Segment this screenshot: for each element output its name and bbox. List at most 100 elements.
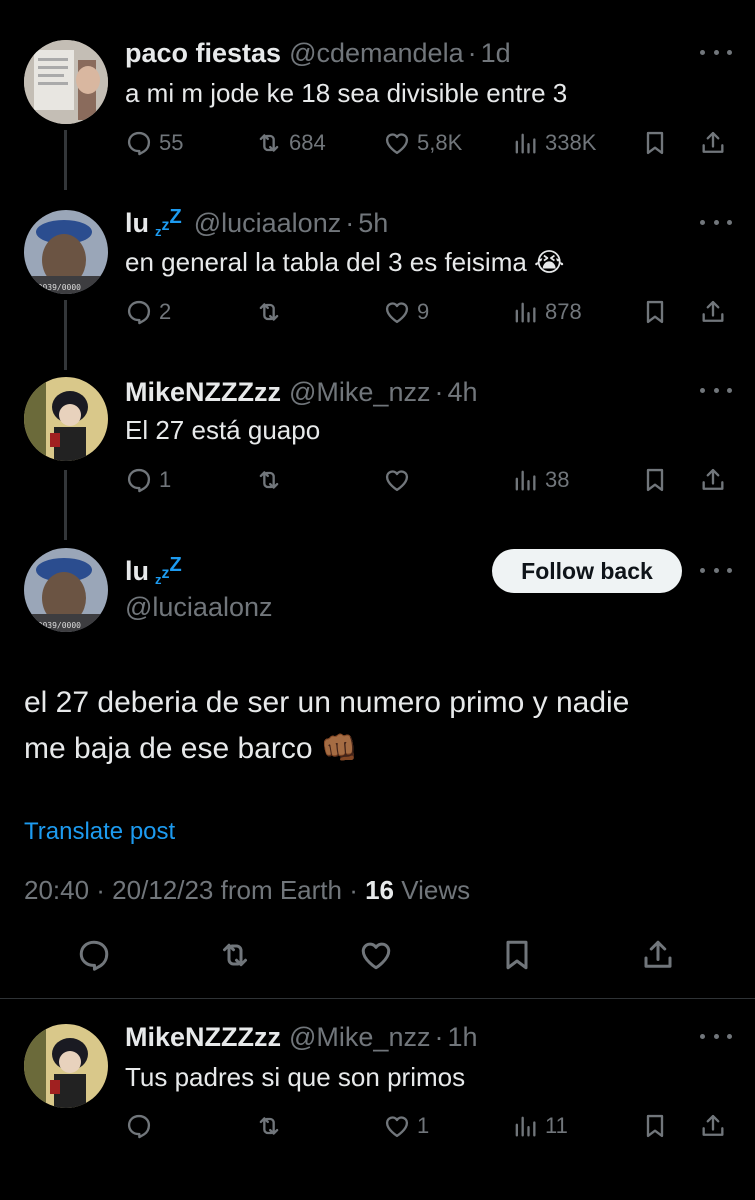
views-count: 16 <box>365 875 394 905</box>
bookmark-button[interactable] <box>641 460 669 500</box>
repost-button[interactable] <box>255 292 289 332</box>
handle[interactable]: @luciaalonz <box>125 592 273 623</box>
reply-count: 2 <box>159 299 172 324</box>
share-icon <box>699 466 727 494</box>
views-button[interactable]: 38 <box>511 460 569 500</box>
avatar-photo <box>24 377 108 461</box>
avatar-photo <box>24 40 108 124</box>
reply-icon <box>125 1112 153 1140</box>
translate-link[interactable]: Translate post <box>24 818 175 846</box>
share-icon <box>640 937 676 973</box>
handle[interactable]: @Mike_nzz <box>289 377 430 408</box>
views-button[interactable]: 878 <box>511 292 582 332</box>
bookmark-button[interactable] <box>641 123 669 163</box>
tweet-header: paco fiestas @cdemandela · 1d <box>125 38 511 69</box>
avatar[interactable] <box>24 377 108 461</box>
avatar-watermark: 000039/0000 <box>28 283 81 292</box>
avatar[interactable] <box>24 40 108 124</box>
more-icon[interactable] <box>700 560 732 580</box>
bookmark-button[interactable] <box>641 1106 669 1146</box>
share-icon <box>699 298 727 326</box>
like-button[interactable]: 1 <box>383 1106 429 1146</box>
like-button[interactable]: 9 <box>383 292 429 332</box>
tweet-lu[interactable]: 000039/0000 lu zzZ @luciaalonz · 5h en g… <box>0 180 755 370</box>
divider <box>0 998 755 999</box>
tweet-header: MikeNZZZzz @Mike_nzz · 4h <box>125 377 478 408</box>
bookmark-icon <box>641 298 669 326</box>
reply-button[interactable]: 55 <box>125 123 183 163</box>
share-icon <box>699 1112 727 1140</box>
timestamp[interactable]: 5h <box>358 208 388 239</box>
more-icon[interactable] <box>700 212 732 232</box>
views-count: 38 <box>545 467 570 492</box>
like-icon <box>383 466 411 494</box>
repost-count: 684 <box>289 130 326 155</box>
repost-button[interactable]: 684 <box>255 123 326 163</box>
repost-icon <box>217 937 253 973</box>
like-button[interactable]: 5,8K <box>383 123 462 163</box>
views-count: 338K <box>545 130 597 155</box>
like-button[interactable] <box>358 935 394 975</box>
share-button[interactable] <box>640 935 676 975</box>
reply-button[interactable]: 2 <box>125 292 171 332</box>
like-button[interactable] <box>383 460 417 500</box>
reply-tweet[interactable]: MikeNZZZzz @Mike_nzz · 1h Tus padres si … <box>0 1000 755 1200</box>
reply-button[interactable] <box>125 1106 159 1146</box>
more-icon[interactable] <box>700 42 732 62</box>
avatar-photo: 000039/0000 <box>24 548 108 632</box>
share-button[interactable] <box>699 292 727 332</box>
like-icon <box>383 129 411 157</box>
views-button[interactable]: 338K <box>511 123 596 163</box>
action-bar: 55 684 5,8K 338K <box>125 123 735 163</box>
action-bar: 2 9 878 <box>125 292 735 332</box>
display-name[interactable]: MikeNZZZzz <box>125 1022 281 1053</box>
timestamp[interactable]: 4h <box>447 377 477 408</box>
tweet-header: lu zzZ @luciaalonz · 5h <box>125 206 388 239</box>
repost-button[interactable] <box>255 1106 289 1146</box>
views-label: Views <box>394 875 471 905</box>
like-count: 5,8K <box>417 130 463 155</box>
handle[interactable]: @luciaalonz <box>194 208 342 239</box>
share-button[interactable] <box>699 460 727 500</box>
timestamp[interactable]: 1h <box>447 1022 477 1053</box>
share-button[interactable] <box>699 1106 727 1146</box>
display-name[interactable]: lu <box>125 208 149 239</box>
avatar[interactable] <box>24 1024 108 1108</box>
repost-button[interactable] <box>255 460 289 500</box>
timestamp[interactable]: 1d <box>481 38 511 69</box>
tweet-text: a mi m jode ke 18 sea divisible entre 3 <box>125 78 568 108</box>
more-icon[interactable] <box>700 1026 732 1046</box>
handle[interactable]: @cdemandela <box>289 38 464 69</box>
tweet-meta: 20:40 · 20/12/23 from Earth · 16 Views <box>24 875 470 906</box>
views-icon <box>511 1112 539 1140</box>
bookmark-icon <box>499 937 535 973</box>
avatar[interactable]: 000039/0000 <box>24 548 108 632</box>
display-name[interactable]: paco fiestas <box>125 38 281 69</box>
timestamp-location[interactable]: 20:40 · 20/12/23 from Earth · <box>24 875 365 905</box>
avatar[interactable]: 000039/0000 <box>24 210 108 294</box>
follow-back-button[interactable]: Follow back <box>492 549 682 593</box>
views-button[interactable]: 11 <box>511 1106 568 1146</box>
reply-button[interactable]: 1 <box>125 460 171 500</box>
reply-icon <box>125 129 153 157</box>
views-count: 11 <box>545 1113 568 1138</box>
action-bar: 1 11 <box>125 1106 735 1146</box>
share-button[interactable] <box>699 123 727 163</box>
share-icon <box>699 129 727 157</box>
repost-button[interactable] <box>217 935 253 975</box>
tweet-mike[interactable]: MikeNZZZzz @Mike_nzz · 4h El 27 está gua… <box>0 350 755 540</box>
repost-icon <box>255 466 283 494</box>
display-name[interactable]: MikeNZZZzz <box>125 377 281 408</box>
handle-row: @luciaalonz <box>125 592 273 623</box>
more-icon[interactable] <box>700 380 732 400</box>
bookmark-button[interactable] <box>499 935 535 975</box>
like-icon <box>358 937 394 973</box>
bookmark-icon <box>641 1112 669 1140</box>
reply-button[interactable] <box>76 935 112 975</box>
handle[interactable]: @Mike_nzz <box>289 1022 430 1053</box>
tweet-text: Tus padres si que son primos <box>125 1062 466 1092</box>
bookmark-button[interactable] <box>641 292 669 332</box>
avatar-photo <box>24 1024 108 1108</box>
display-name[interactable]: lu <box>125 556 149 587</box>
tweet-paco[interactable]: paco fiestas @cdemandela · 1d a mi m jod… <box>0 0 755 190</box>
